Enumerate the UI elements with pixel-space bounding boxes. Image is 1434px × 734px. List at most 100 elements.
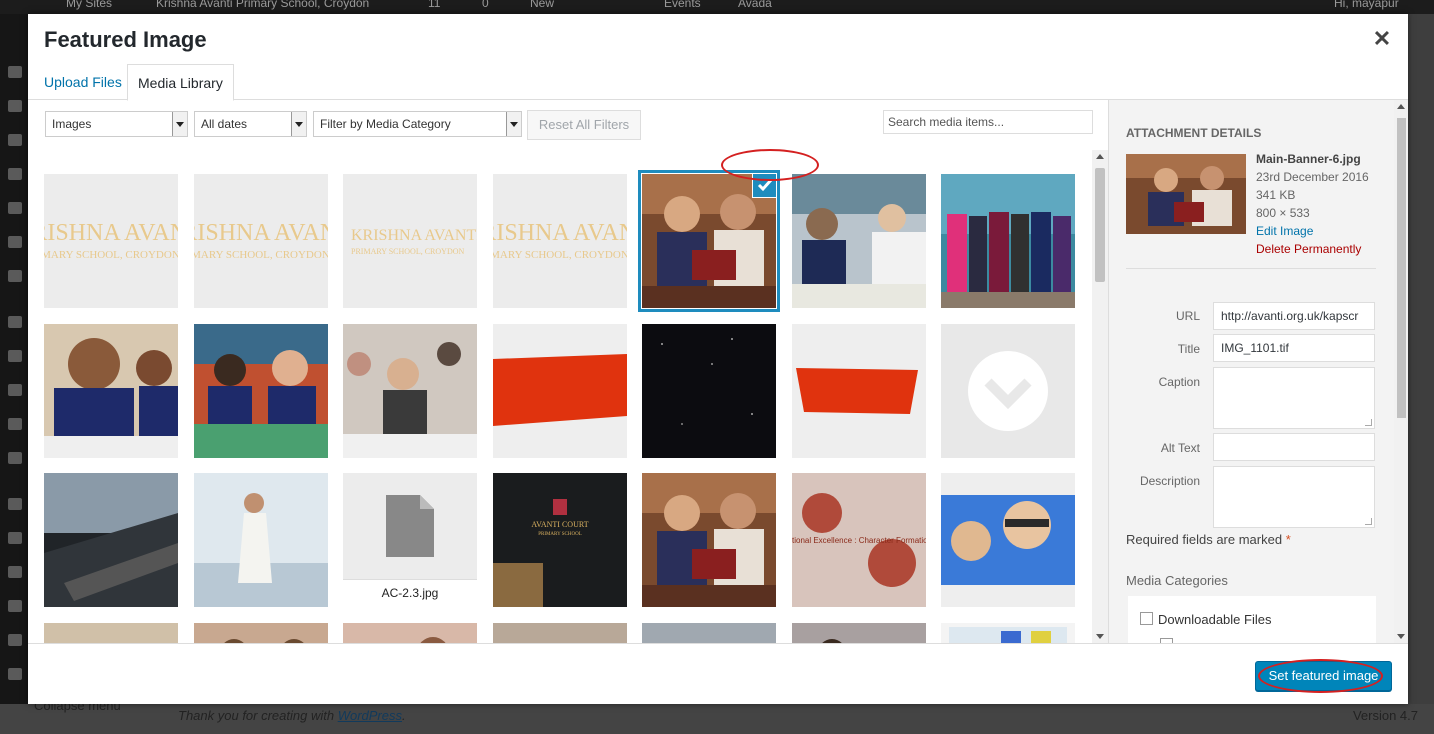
media-item[interactable] bbox=[792, 174, 926, 308]
media-item[interactable] bbox=[642, 324, 776, 458]
date-filter-select[interactable]: All dates bbox=[194, 111, 307, 137]
media-item-file[interactable]: AC-2.3.jpg bbox=[343, 473, 477, 607]
media-item[interactable] bbox=[941, 473, 1075, 607]
scroll-up-icon[interactable] bbox=[1096, 154, 1104, 159]
media-item[interactable] bbox=[642, 623, 776, 643]
tab-media-library[interactable]: Media Library bbox=[127, 64, 234, 101]
settings-icon[interactable] bbox=[8, 452, 22, 464]
events-link[interactable]: Events bbox=[664, 0, 701, 10]
leaf-icon[interactable] bbox=[8, 566, 22, 578]
pin-icon[interactable] bbox=[8, 316, 22, 328]
scrollbar-thumb[interactable] bbox=[1095, 168, 1105, 282]
media-item[interactable] bbox=[941, 623, 1075, 643]
instagram-icon[interactable] bbox=[8, 600, 22, 612]
type-filter-select[interactable]: Images bbox=[45, 111, 188, 137]
attachment-details-sidebar: Attachment Details Main-Banner-6.jpg 23r… bbox=[1108, 100, 1408, 643]
set-featured-image-button[interactable]: Set featured image bbox=[1255, 661, 1392, 691]
scroll-up-icon[interactable] bbox=[1397, 104, 1405, 109]
media-item[interactable] bbox=[792, 623, 926, 643]
edit-image-link[interactable]: Edit Image bbox=[1256, 224, 1313, 238]
media-item-selected[interactable] bbox=[638, 170, 780, 312]
photo-thumbnail bbox=[642, 623, 776, 643]
children-group-photo bbox=[941, 174, 1075, 308]
new-link[interactable]: New bbox=[530, 0, 554, 10]
chevron-circle-icon bbox=[941, 324, 1075, 458]
media-item[interactable] bbox=[44, 324, 178, 458]
media-icon[interactable] bbox=[8, 134, 22, 146]
gallery-icon[interactable] bbox=[8, 634, 22, 646]
media-item[interactable]: AVANTI COURT PRIMARY SCHOOL bbox=[493, 473, 627, 607]
scroll-down-icon[interactable] bbox=[1397, 634, 1405, 639]
media-item[interactable] bbox=[194, 324, 328, 458]
chevron-down-icon bbox=[506, 112, 521, 136]
refresh-icon[interactable] bbox=[8, 668, 22, 680]
logo-watermark-sub: PRIMARY SCHOOL, CROYDON bbox=[194, 249, 328, 261]
tools-icon[interactable] bbox=[8, 418, 22, 430]
starfield-image bbox=[642, 324, 776, 458]
close-icon[interactable]: ✕ bbox=[1370, 27, 1394, 51]
comments-count[interactable]: 0 bbox=[482, 0, 489, 10]
caption-field[interactable] bbox=[1213, 367, 1375, 429]
delete-permanently-link[interactable]: Delete Permanently bbox=[1256, 242, 1361, 256]
pin-icon[interactable] bbox=[8, 532, 22, 544]
media-item-logo[interactable]: KRISHNA AVANTI PRIMARY SCHOOL, CROYDON bbox=[493, 174, 627, 308]
caption-label: Caption bbox=[1158, 375, 1200, 389]
scroll-down-icon[interactable] bbox=[1096, 634, 1104, 639]
woman-beach-photo bbox=[194, 473, 328, 607]
category-checkbox[interactable] bbox=[1140, 612, 1153, 625]
character-formation-image: tional Excellence : Character Formation bbox=[792, 473, 926, 607]
url-label: URL bbox=[1175, 309, 1200, 323]
media-categories-heading: Media Categories bbox=[1126, 573, 1228, 588]
alt-text-field[interactable] bbox=[1213, 433, 1375, 461]
my-sites-link[interactable]: My Sites bbox=[66, 0, 112, 10]
scrollbar-thumb[interactable] bbox=[1397, 118, 1406, 418]
school-logo-thumbnail: KRISHNA AVANTI PRIMARY SCHOOL, CROYDON bbox=[44, 174, 178, 308]
media-item-logo[interactable]: KRISHNA AVANTI PRIMARY SCHOOL, CROYDON bbox=[343, 174, 477, 308]
search-input[interactable] bbox=[883, 110, 1093, 134]
media-item[interactable] bbox=[44, 473, 178, 607]
site-name-link[interactable]: Krishna Avanti Primary School, Croydon bbox=[156, 0, 369, 10]
title-field[interactable] bbox=[1213, 334, 1375, 362]
photo-thumbnail bbox=[493, 623, 627, 643]
logo-watermark-sub: PRIMARY SCHOOL, CROYDON bbox=[351, 247, 465, 256]
media-item[interactable] bbox=[194, 473, 328, 607]
wordpress-link[interactable]: WordPress bbox=[338, 708, 402, 723]
attachment-details-heading: Attachment Details bbox=[1126, 126, 1262, 140]
pin-icon[interactable] bbox=[8, 202, 22, 214]
media-item[interactable]: tional Excellence : Character Formation bbox=[792, 473, 926, 607]
grid-scrollbar[interactable] bbox=[1092, 150, 1108, 643]
comments-icon[interactable] bbox=[8, 168, 22, 180]
avada-link[interactable]: Avada bbox=[738, 0, 772, 10]
url-field[interactable] bbox=[1213, 302, 1375, 330]
media-item[interactable] bbox=[493, 623, 627, 643]
media-item[interactable] bbox=[44, 623, 178, 643]
boys-reading-photo bbox=[44, 324, 178, 458]
media-item[interactable] bbox=[642, 473, 776, 607]
sidebar-scrollbar[interactable] bbox=[1394, 100, 1408, 643]
user-greeting[interactable]: Hi, mayapur bbox=[1334, 0, 1399, 10]
plugins-icon[interactable] bbox=[8, 350, 22, 362]
media-item[interactable] bbox=[941, 174, 1075, 308]
media-item[interactable] bbox=[941, 324, 1075, 458]
media-item[interactable] bbox=[792, 324, 926, 458]
media-item[interactable] bbox=[343, 324, 477, 458]
media-item[interactable] bbox=[493, 324, 627, 458]
description-field[interactable] bbox=[1213, 466, 1375, 528]
category-filter-select[interactable]: Filter by Media Category bbox=[313, 111, 522, 137]
dashboard-icon[interactable] bbox=[8, 66, 22, 78]
media-item-logo[interactable]: KRISHNA AVANTI PRIMARY SCHOOL, CROYDON bbox=[44, 174, 178, 308]
users-icon[interactable] bbox=[8, 384, 22, 396]
pin-icon[interactable] bbox=[8, 236, 22, 248]
media-item[interactable] bbox=[343, 623, 477, 643]
yoast-icon[interactable] bbox=[8, 498, 22, 510]
media-item-logo[interactable]: KRISHNA AVANTI PRIMARY SCHOOL, CROYDON bbox=[194, 174, 328, 308]
alt-text-label: Alt Text bbox=[1160, 441, 1200, 455]
reset-filters-button[interactable]: Reset All Filters bbox=[527, 110, 641, 140]
mail-icon[interactable] bbox=[8, 270, 22, 282]
selected-checkmark[interactable] bbox=[753, 174, 776, 197]
tab-upload-files[interactable]: Upload Files bbox=[34, 64, 132, 100]
updates-count[interactable]: 11 bbox=[428, 0, 440, 10]
media-item[interactable] bbox=[194, 623, 328, 643]
posts-icon[interactable] bbox=[8, 100, 22, 112]
photo-thumbnail bbox=[343, 623, 477, 643]
